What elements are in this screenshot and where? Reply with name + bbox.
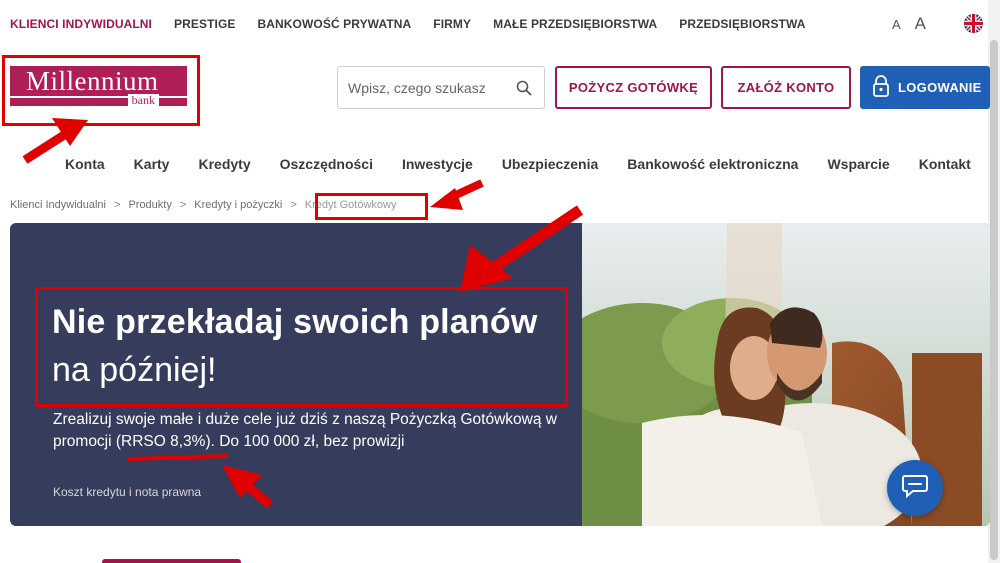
breadcrumb-separator: > xyxy=(290,199,297,211)
login-button[interactable]: LOGOWANIE xyxy=(860,66,990,109)
search-box xyxy=(337,66,545,109)
title-annotation-box xyxy=(35,287,568,407)
login-label: LOGOWANIE xyxy=(898,80,982,95)
segment-item-klienci-indywidualni[interactable]: KLIENCI INDYWIDUALNI xyxy=(10,17,152,31)
borrow-cash-button[interactable]: POŻYCZ GOTÓWKĘ xyxy=(555,66,712,109)
nav-item-ubezpieczenia[interactable]: Ubezpieczenia xyxy=(502,156,598,172)
section-tab-edge xyxy=(102,559,241,563)
nav-item-karty[interactable]: Karty xyxy=(134,156,170,172)
breadcrumb-separator: > xyxy=(179,199,187,211)
top-bar: KLIENCI INDYWIDUALNI PRESTIGE BANKOWOŚĆ … xyxy=(0,0,1000,48)
nav-item-kredyty[interactable]: Kredyty xyxy=(198,156,250,172)
nav-item-konta[interactable]: Konta xyxy=(65,156,105,172)
breadcrumb-annotation-box xyxy=(315,193,428,220)
breadcrumb-item[interactable]: Kredyty i pożyczki xyxy=(194,199,282,211)
nav-item-kontakt[interactable]: Kontakt xyxy=(919,156,971,172)
nav-item-wsparcie[interactable]: Wsparcie xyxy=(827,156,889,172)
breadcrumb-item[interactable]: Produkty xyxy=(128,199,171,211)
lock-icon xyxy=(872,75,890,100)
chat-icon xyxy=(901,473,929,504)
scrollbar-thumb[interactable] xyxy=(990,40,998,560)
nav-item-inwestycje[interactable]: Inwestycje xyxy=(402,156,473,172)
nav-item-bankowosc-elektroniczna[interactable]: Bankowość elektroniczna xyxy=(627,156,798,172)
chat-button[interactable] xyxy=(887,460,943,516)
segment-nav: KLIENCI INDYWIDUALNI PRESTIGE BANKOWOŚĆ … xyxy=(10,17,828,31)
open-account-button[interactable]: ZAŁÓŻ KONTO xyxy=(721,66,851,109)
nav-item-oszczednosci[interactable]: Oszczędności xyxy=(280,156,373,172)
segment-item-bankowosc-prywatna[interactable]: BANKOWOŚĆ PRYWATNA xyxy=(257,17,411,31)
segment-item-male-przedsiebiorstwa[interactable]: MAŁE PRZEDSIĘBIORSTWA xyxy=(493,17,657,31)
credit-cost-link[interactable]: Koszt kredytu i nota prawna xyxy=(53,485,201,499)
font-size-switch: A A xyxy=(892,14,926,34)
breadcrumb-separator: > xyxy=(114,199,121,211)
logo-annotation-box xyxy=(2,55,200,126)
segment-item-przedsiebiorstwa[interactable]: PRZEDSIĘBIORSTWA xyxy=(679,17,805,31)
main-nav: Konta Karty Kredyty Oszczędności Inwesty… xyxy=(65,156,1000,172)
hero-description: Zrealizuj swoje małe i duże cele już dzi… xyxy=(53,411,557,450)
search-input[interactable] xyxy=(348,77,508,99)
segment-item-prestige[interactable]: PRESTIGE xyxy=(174,17,235,31)
segment-item-firmy[interactable]: FIRMY xyxy=(433,17,471,31)
uk-flag-icon[interactable] xyxy=(964,14,983,33)
search-icon[interactable] xyxy=(516,80,532,101)
font-size-small-button[interactable]: A xyxy=(892,17,901,32)
breadcrumb-item[interactable]: Klienci Indywidualni xyxy=(10,199,106,211)
font-size-large-button[interactable]: A xyxy=(915,14,926,34)
